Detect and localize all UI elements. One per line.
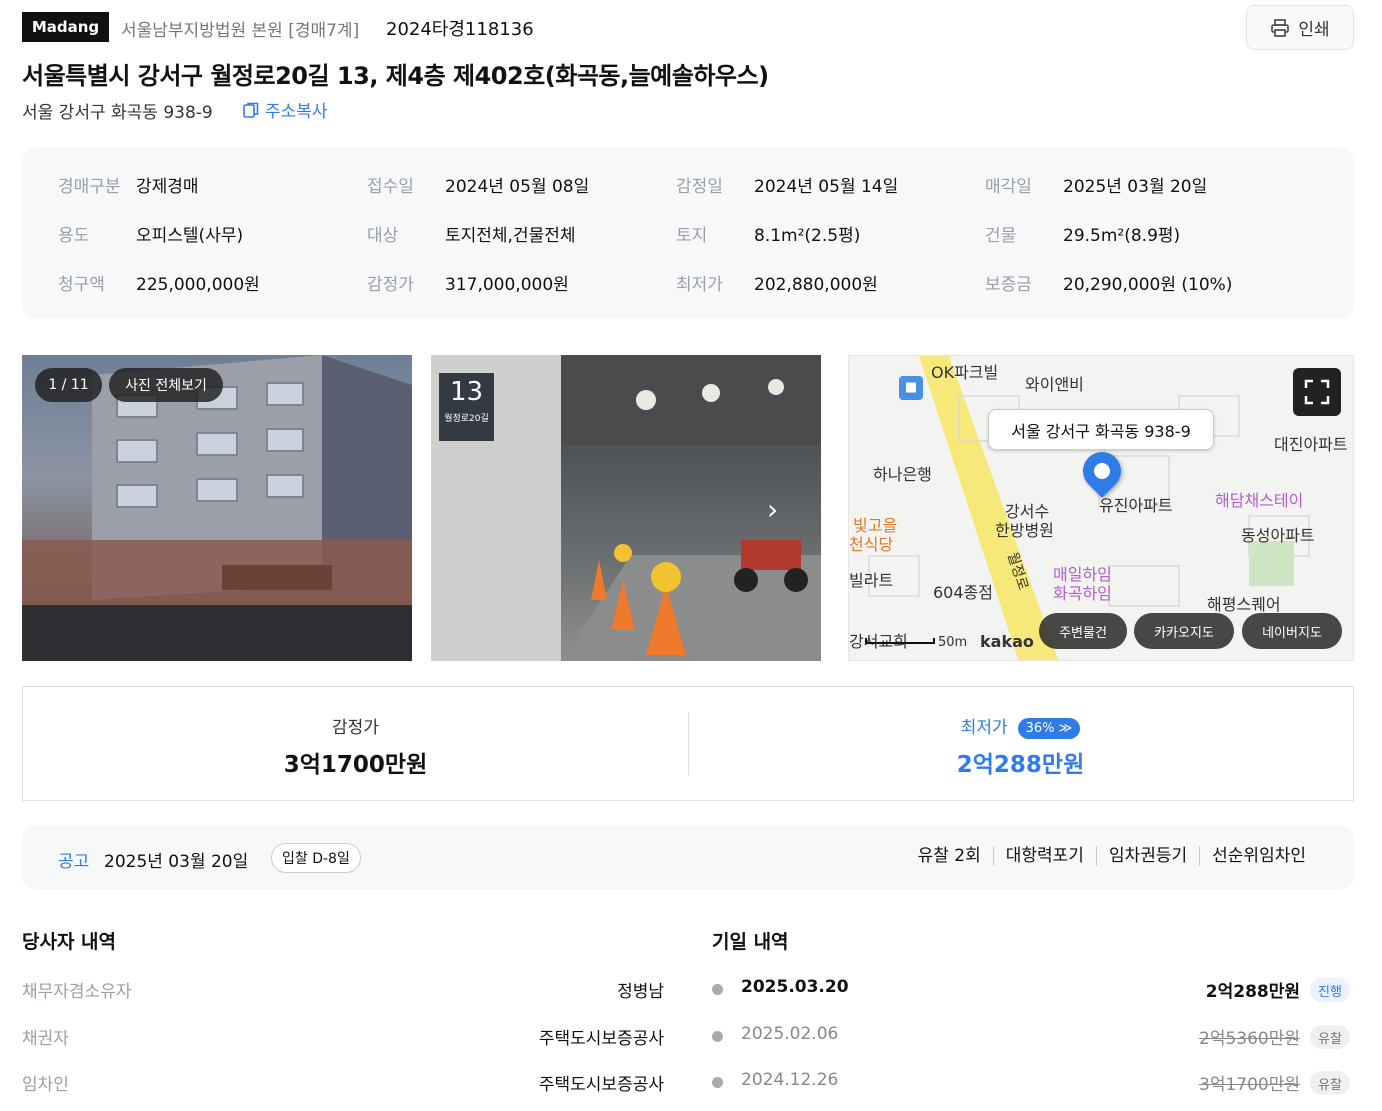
property-photo-1[interactable]: 1 / 11 사진 전체보기 [22,355,412,661]
info-cell: 접수일 2024년 05월 08일 [367,177,590,197]
jibun-address: 서울 강서구 화곡동 938-9 [22,103,213,123]
minimum-label: 최저가 [960,718,1008,738]
info-cell: 청구액 225,000,000원 [58,275,260,295]
view-all-photos-button[interactable]: 사진 전체보기 [109,368,223,402]
printer-icon [1271,18,1290,37]
building-number-plate: 13 월정로20길 [439,373,494,441]
info-cell: 대상 토지전체,건물전체 [367,226,576,246]
party-role: 채권자 [22,1029,69,1049]
court-name: 서울남부지방법원 본원 [경매7계] [121,21,360,41]
info-cell: 감정가 317,000,000원 [367,275,569,295]
map-label: 유진아파트 [1099,496,1173,515]
info-cell: 매각일 2025년 03월 20일 [985,177,1208,197]
case-info-panel: 경매구분 강제경매 접수일 2024년 05월 08일 감정일 2024년 05월 1… [22,147,1354,319]
price-summary: 감정가 3억1700만원 최저가 36% ≫ 2억288만원 [22,686,1354,801]
case-number: 2024타경118136 [386,19,534,40]
map-label: 동성아파트 [1241,526,1315,545]
map-scale-label: 50m [938,635,968,650]
map-label: 해담채스테이 [1215,491,1304,510]
minimum-value: 2억288만원 [956,752,1085,778]
minimum-price-row: 최저가 36% ≫ [688,713,1353,739]
party-name: 주택도시보증공사 [538,1075,664,1095]
history-price: 2억288만원 [1205,982,1300,1002]
party-name: 정병남 [617,982,664,1002]
condition-tag: 선순위임차인 [1199,846,1318,866]
condition-tag: 임차권등기 [1095,846,1199,866]
history-date: 2024.12.26 [741,1070,839,1090]
map-label: 대진아파트 [1274,435,1348,454]
map-label: 화곡하임 [1053,584,1112,603]
info-cell: 경매구분 강제경매 [58,177,199,197]
location-map[interactable]: OK파크빌 와이앤비 대진아파트 하나은행 강서수 한방병원 유진아파트 해담채… [848,355,1354,661]
print-button[interactable]: 인쇄 [1246,5,1354,50]
copy-icon [243,102,259,118]
status-badge: 유찰 [1310,1071,1350,1095]
map-label: 빌라트 [849,571,894,590]
notice-date: 2025년 03월 20일 [104,852,249,872]
map-label: 604종점 [933,583,993,602]
info-cell: 보증금 20,290,000원 (10%) [985,275,1233,295]
info-cell: 용도 오피스텔(사무) [58,226,244,246]
history-price: 3억1700만원 [1199,1075,1300,1095]
page-title: 서울특별시 강서구 월정로20길 13, 제4층 제402호(화곡동,늘예솔하우… [22,62,769,90]
map-label: 하나은행 [873,465,932,484]
naver-map-button[interactable]: 네이버지도 [1242,613,1342,649]
kakao-logo: kakao [980,632,1034,651]
bid-dday-badge: 입찰 D-8일 [271,843,361,873]
map-label: OK파크빌 [931,363,999,382]
history-dot [712,1077,723,1088]
madang-logo[interactable]: Madang [22,12,109,42]
map-label: 천식당 [849,535,894,554]
parties-title: 당사자 내역 [22,931,117,953]
map-address-callout: 서울 강서구 화곡동 938-9 [988,409,1214,450]
history-title: 기일 내역 [712,931,789,953]
info-cell: 건물 29.5m²(8.9평) [985,226,1181,246]
history-dot [712,1031,723,1042]
condition-tag: 유찰 2회 [917,846,981,866]
property-photo-2[interactable]: 13 월정로20길 › [431,355,821,661]
map-label: 해평스퀘어 [1207,595,1281,614]
kakao-map-button[interactable]: 카카오지도 [1134,613,1234,649]
chevron-right-icon[interactable]: › [767,493,778,526]
notice-label: 공고 [58,852,90,872]
map-fullscreen-button[interactable] [1293,368,1341,416]
plate-number: 13 [449,377,484,407]
appraisal-price-block: 감정가 3억1700만원 [23,687,688,800]
expand-icon [1304,379,1330,405]
plate-text: 월정로20길 [444,414,489,424]
info-cell: 최저가 202,880,000원 [676,275,878,295]
map-label: 한방병원 [995,521,1054,540]
appraisal-value: 3억1700만원 [283,752,428,778]
info-cell: 감정일 2024년 05월 14일 [676,177,899,197]
history-price: 2억5360만원 [1199,1029,1300,1049]
history-date: 2025.02.06 [741,1024,839,1044]
minimum-price-block: 최저가 36% ≫ 2억288만원 [688,687,1353,800]
map-label: 와이앤비 [1025,375,1084,394]
condition-tag: 대항력포기 [992,846,1096,866]
copy-address-button[interactable]: 주소복사 [242,97,328,122]
print-label: 인쇄 [1298,20,1330,40]
status-badge: 유찰 [1310,1025,1350,1049]
copy-address-label: 주소복사 [265,102,328,122]
discount-badge[interactable]: 36% ≫ [1017,717,1081,739]
party-name: 주택도시보증공사 [538,1029,664,1049]
nearby-properties-button[interactable]: 주변물건 [1039,613,1127,649]
history-dot [712,984,723,995]
status-badge: 진행 [1310,978,1350,1002]
info-cell: 토지 8.1m²(2.5평) [676,226,861,246]
party-role: 임차인 [22,1075,69,1095]
photo-counter: 1 / 11 [35,368,102,402]
notice-bar: 공고 2025년 03월 20일 입찰 D-8일 유찰 2회 대항력포기 임차권… [22,826,1354,889]
bus-stop-icon[interactable]: ■ [899,376,923,400]
party-role: 채무자겸소유자 [22,982,132,1002]
appraisal-label: 감정가 [332,718,379,738]
special-conditions: 유찰 2회 대항력포기 임차권등기 선순위임차인 [906,846,1318,866]
map-scale-bar [865,638,935,644]
history-date: 2025.03.20 [741,977,849,997]
